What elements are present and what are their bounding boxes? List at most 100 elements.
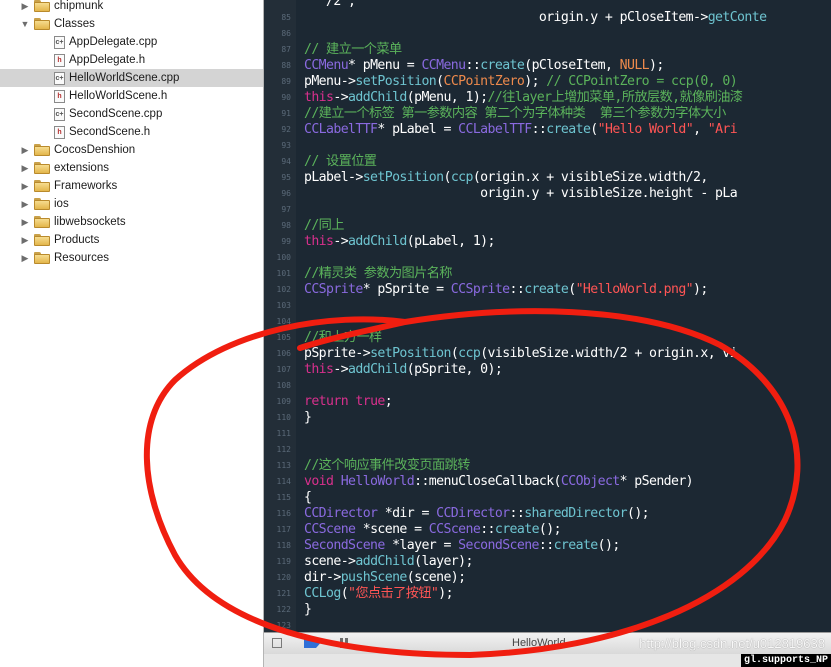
navigator-item[interactable]: c+ HelloWorldScene.cpp: [0, 69, 263, 87]
line-number: 114: [276, 477, 291, 486]
line-number: 115: [276, 493, 291, 502]
navigator-item[interactable]: ▶ ios: [0, 195, 263, 213]
code-line: 108: [264, 378, 831, 394]
code-line: 109 return true;: [264, 394, 831, 410]
line-number: 91: [281, 109, 291, 118]
line-number: 108: [276, 381, 291, 390]
code-line: 96 origin.y + visibleSize.height - pLa: [264, 186, 831, 202]
line-number: 87: [281, 45, 291, 54]
disclosure-collapsed-icon[interactable]: ▶: [20, 217, 30, 228]
breakpoint-toggle-icon[interactable]: [304, 639, 320, 648]
navigator-item[interactable]: c+ AppDelegate.cpp: [0, 33, 263, 51]
code-text: return true;: [304, 394, 393, 409]
navigator-item-label: HelloWorldScene.h: [69, 90, 168, 102]
folder-icon: [34, 252, 50, 264]
code-text: scene->addChild(layer);: [304, 554, 473, 569]
line-number: 95: [281, 173, 291, 182]
line-number: 94: [281, 157, 291, 166]
code-line: 115 {: [264, 490, 831, 506]
disclosure-collapsed-icon[interactable]: ▶: [20, 181, 30, 192]
line-number: 98: [281, 221, 291, 230]
console-output-text: gl.supports_NP: [740, 654, 831, 667]
line-number: 110: [276, 413, 291, 422]
line-number: 85: [281, 13, 291, 22]
code-text: // 设置位置: [304, 154, 377, 169]
code-line: 94 // 设置位置: [264, 154, 831, 170]
navigator-item[interactable]: h AppDelegate.h: [0, 51, 263, 69]
line-number: 99: [281, 237, 291, 246]
disclosure-collapsed-icon[interactable]: ▶: [20, 253, 30, 264]
navigator-item-label: SecondScene.cpp: [69, 108, 163, 120]
navigator-item[interactable]: ▶ CocosDenshion: [0, 141, 263, 159]
folder-icon: [34, 162, 50, 174]
navigator-item[interactable]: ▼ Classes: [0, 15, 263, 33]
navigator-item-label: HelloWorldScene.cpp: [69, 72, 180, 84]
code-line: 112: [264, 442, 831, 458]
code-text: //建立一个标签 第一参数内容 第二个为字体种类 第三个参数为字体大小: [304, 106, 726, 121]
folder-icon: [34, 198, 50, 210]
line-number: 104: [276, 317, 291, 326]
disclosure-expanded-icon[interactable]: ▼: [20, 19, 30, 29]
watermark-text: http://blog.csdn.net/u012819638: [639, 636, 825, 651]
code-line: 119 scene->addChild(layer);: [264, 554, 831, 570]
folder-icon: [34, 0, 50, 12]
disclosure-collapsed-icon[interactable]: ▶: [20, 235, 30, 246]
code-text: CCSprite* pSprite = CCSprite::create("He…: [304, 282, 708, 297]
navigator-item[interactable]: ▶ Products: [0, 231, 263, 249]
code-line: 111: [264, 426, 831, 442]
navigator-item-label: Classes: [54, 18, 95, 30]
code-text: this->addChild(pLabel, 1);: [304, 234, 495, 249]
line-number: 121: [276, 589, 291, 598]
line-number: 107: [276, 365, 291, 374]
navigator-item-label: SecondScene.h: [69, 126, 151, 138]
code-line: 97: [264, 202, 831, 218]
code-line: 85 origin.y + pCloseItem->getConte: [264, 10, 831, 26]
code-line: 98 //同上: [264, 218, 831, 234]
folder-icon: [34, 144, 50, 156]
cpp-file-icon: c+: [54, 107, 65, 121]
code-line: 86: [264, 26, 831, 42]
code-line: 104: [264, 314, 831, 330]
code-text: pMenu->setPosition(CCPointZero); // CCPo…: [304, 74, 738, 89]
line-number: 88: [281, 61, 291, 70]
navigator-item-label: Frameworks: [54, 180, 118, 192]
navigator-item[interactable]: h SecondScene.h: [0, 123, 263, 141]
navigator-item[interactable]: ▶ extensions: [0, 159, 263, 177]
line-number: 93: [281, 141, 291, 150]
sidebar-toggle-icon[interactable]: [272, 638, 282, 648]
code-text: origin.y + visibleSize.height - pLa: [304, 186, 738, 201]
line-number: 102: [276, 285, 291, 294]
code-text: // 建立一个菜单: [304, 42, 402, 57]
code-line: 118 SecondScene *layer = SecondScene::cre…: [264, 538, 831, 554]
code-line: 100: [264, 250, 831, 266]
code-text: }: [304, 602, 312, 617]
navigator-item[interactable]: ▶ Frameworks: [0, 177, 263, 195]
line-number: 123: [276, 621, 291, 630]
code-line: 114 void HelloWorld::menuCloseCallback(CC…: [264, 474, 831, 490]
code-text: "/2",: [304, 0, 356, 9]
pause-icon[interactable]: [340, 638, 348, 648]
line-number: 96: [281, 189, 291, 198]
navigator-item[interactable]: c+ SecondScene.cpp: [0, 105, 263, 123]
code-line: 91 //建立一个标签 第一参数内容 第二个为字体种类 第三个参数为字体大小: [264, 106, 831, 122]
scheme-label[interactable]: HelloWorld: [512, 637, 566, 649]
code-line: 103: [264, 298, 831, 314]
navigator-item-label: extensions: [54, 162, 109, 174]
disclosure-collapsed-icon[interactable]: ▶: [20, 145, 30, 156]
navigator-item[interactable]: ▶ Resources: [0, 249, 263, 267]
code-line: 102 CCSprite* pSprite = CCSprite::create(…: [264, 282, 831, 298]
disclosure-collapsed-icon[interactable]: ▶: [20, 199, 30, 210]
folder-icon: [34, 234, 50, 246]
navigator-item[interactable]: ▶ libwebsockets: [0, 213, 263, 231]
navigator-item[interactable]: h HelloWorldScene.h: [0, 87, 263, 105]
code-line: 110}: [264, 410, 831, 426]
code-editor[interactable]: "/2", 85 origin.y + pCloseItem->getConte 8…: [264, 0, 831, 632]
navigator-item[interactable]: ▶ chipmunk: [0, 0, 263, 15]
code-line: 99 this->addChild(pLabel, 1);: [264, 234, 831, 250]
code-text: //精灵类 参数为图片名称: [304, 266, 453, 281]
code-line: 90 this->addChild(pMenu, 1);//往layer上增加菜单…: [264, 90, 831, 106]
code-text: CCDirector *dir = CCDirector::sharedDire…: [304, 506, 650, 521]
disclosure-collapsed-icon[interactable]: ▶: [20, 163, 30, 174]
disclosure-collapsed-icon[interactable]: ▶: [20, 1, 30, 12]
line-number: 109: [276, 397, 291, 406]
